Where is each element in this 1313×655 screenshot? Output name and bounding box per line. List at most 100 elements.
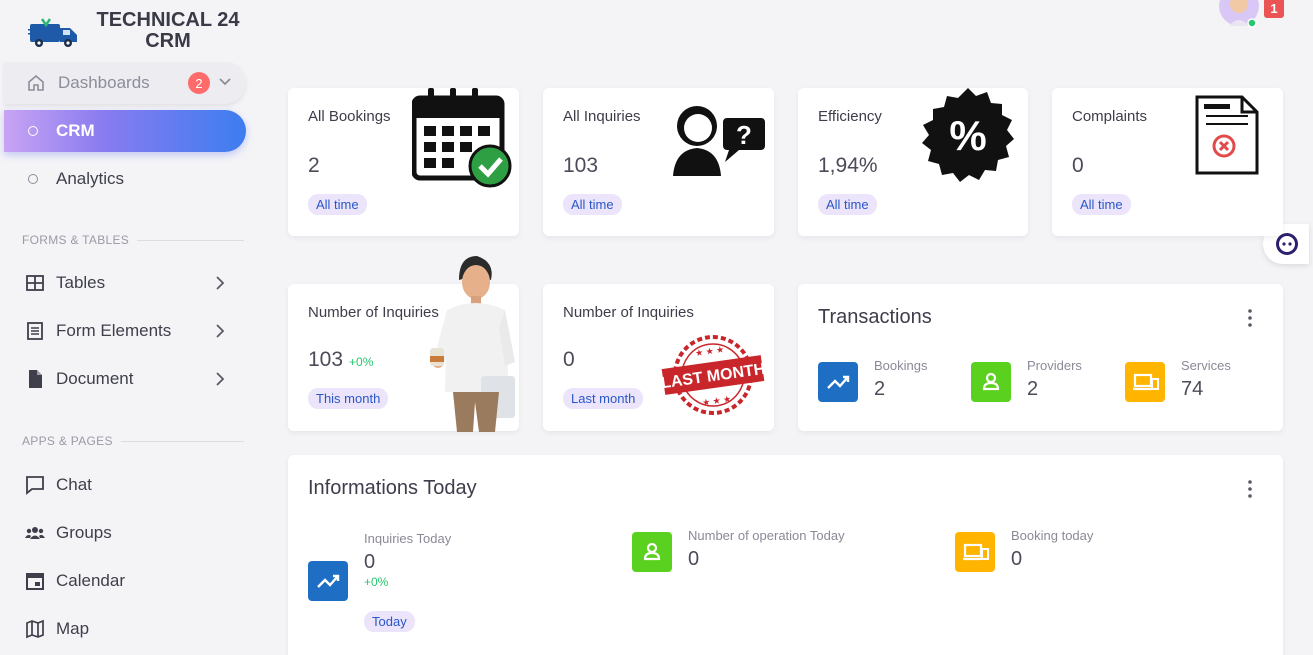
chevron-right-icon bbox=[216, 372, 225, 386]
sidebar-item-label: CRM bbox=[56, 121, 95, 140]
card-informations-today: Informations Today Inquiries Today 0 +0%… bbox=[288, 455, 1283, 655]
avatar-icon bbox=[1219, 0, 1259, 28]
person-question-icon: ? bbox=[673, 106, 765, 176]
stat-value: 2 bbox=[874, 378, 886, 400]
card-title: All Bookings bbox=[308, 108, 391, 125]
section-apps-pages: APPS & PAGES bbox=[22, 434, 244, 448]
stat-label: Number of operation Today bbox=[688, 528, 845, 543]
sidebar-item-label: Document bbox=[56, 369, 134, 388]
calendar-check-icon bbox=[412, 88, 512, 188]
sidebar-item-crm[interactable]: CRM bbox=[4, 110, 246, 152]
card-period-pill: All time bbox=[308, 194, 367, 215]
sidebar-item-label: Analytics bbox=[56, 169, 125, 188]
card-efficiency: Efficiency 1,94% All time % bbox=[798, 88, 1028, 236]
card-value: 103 bbox=[308, 348, 344, 371]
brand-line-2: CRM bbox=[145, 30, 191, 52]
circle-icon bbox=[28, 174, 38, 184]
stat-value: 2 bbox=[1027, 378, 1039, 400]
last-month-stamp: LAST MONTH ★ ★ ★ ★ ★ ★ bbox=[661, 335, 765, 415]
more-vertical-icon[interactable] bbox=[1247, 479, 1253, 499]
card-value: 0 bbox=[1072, 154, 1084, 177]
form-icon bbox=[27, 322, 43, 340]
card-value: 1,94% bbox=[818, 154, 878, 177]
map-icon bbox=[26, 619, 44, 639]
sidebar-item-calendar[interactable]: Calendar bbox=[4, 560, 246, 602]
card-inquiries-last-month: Number of Inquiries 0 Last month LAST MO… bbox=[543, 284, 774, 431]
sidebar-item-analytics[interactable]: Analytics bbox=[4, 158, 246, 200]
sidebar-item-label: Dashboards bbox=[58, 73, 150, 92]
sidebar-item-label: Groups bbox=[56, 523, 112, 542]
stat-value: 0 bbox=[688, 548, 700, 570]
truck-logo-icon bbox=[28, 18, 77, 47]
sidebar-item-map[interactable]: Map bbox=[4, 608, 246, 650]
card-value: 103 bbox=[563, 154, 599, 177]
stat-label: Providers bbox=[1027, 358, 1082, 373]
svg-text:?: ? bbox=[736, 120, 752, 150]
chat-icon bbox=[26, 476, 44, 495]
stat-value: 0 bbox=[1011, 548, 1023, 570]
stat-label: Inquiries Today bbox=[364, 531, 452, 546]
sidebar-item-label: Calendar bbox=[56, 571, 125, 590]
svg-text:★ ★ ★: ★ ★ ★ bbox=[694, 344, 724, 358]
card-title: Number of Inquiries bbox=[308, 304, 439, 321]
sidebar-item-label: Form Elements bbox=[56, 321, 172, 340]
sidebar-item-dashboards[interactable]: Dashboards 2 bbox=[4, 62, 246, 104]
trending-up-icon bbox=[308, 561, 348, 601]
stat-value: 74 bbox=[1181, 378, 1204, 400]
user-icon bbox=[632, 532, 672, 572]
brand-line-1: TECHNICAL 24 bbox=[96, 9, 240, 31]
devices-icon bbox=[1125, 362, 1165, 402]
transactions-title: Transactions bbox=[818, 306, 932, 328]
card-title: Efficiency bbox=[818, 108, 882, 125]
sidebar-item-label: Tables bbox=[56, 273, 106, 292]
card-complaints: Complaints 0 All time bbox=[1052, 88, 1283, 236]
sidebar-item-chat[interactable]: Chat bbox=[4, 464, 246, 506]
card-value-group: 103 +0% bbox=[308, 348, 373, 372]
card-transactions: Transactions Bookings 2 Providers 2 Serv… bbox=[798, 284, 1283, 431]
sidebar-item-groups[interactable]: Groups bbox=[4, 512, 246, 554]
informations-today-title: Informations Today bbox=[308, 477, 477, 499]
card-value: 2 bbox=[308, 154, 320, 177]
devices-icon bbox=[955, 532, 995, 572]
card-value: 0 bbox=[563, 348, 575, 371]
chevron-right-icon bbox=[216, 324, 225, 338]
sidebar-item-document[interactable]: Document bbox=[4, 358, 246, 400]
card-title: Number of Inquiries bbox=[563, 304, 694, 321]
sidebar: TECHNICAL 24 CRM Dashboards 2 CRM Analyt… bbox=[0, 0, 250, 655]
card-period-pill: This month bbox=[308, 388, 389, 409]
notification-badge[interactable]: 1 bbox=[1264, 0, 1284, 18]
card-all-bookings: All Bookings 2 All time bbox=[288, 88, 519, 236]
chevron-down-icon[interactable] bbox=[218, 74, 232, 88]
card-period-pill: Last month bbox=[563, 388, 644, 409]
document-cancel-icon bbox=[1195, 95, 1259, 175]
section-forms-tables: FORMS & TABLES bbox=[22, 233, 244, 247]
trending-up-icon bbox=[818, 362, 858, 402]
user-avatar[interactable] bbox=[1219, 0, 1259, 28]
home-icon bbox=[28, 74, 44, 91]
table-icon bbox=[26, 275, 44, 291]
more-vertical-icon[interactable] bbox=[1247, 308, 1253, 328]
groups-icon bbox=[25, 527, 45, 539]
stat-label: Booking today bbox=[1011, 528, 1094, 543]
sidebar-item-tables[interactable]: Tables bbox=[4, 262, 246, 304]
sidebar-item-label: Map bbox=[56, 619, 90, 638]
change-percent: +0% bbox=[364, 575, 389, 589]
stat-label: Services bbox=[1181, 358, 1231, 373]
brand-name: TECHNICAL 24 CRM bbox=[88, 10, 248, 52]
percent-badge-icon: % bbox=[922, 88, 1014, 182]
stat-label: Bookings bbox=[874, 358, 928, 373]
today-pill: Today bbox=[364, 611, 415, 632]
chevron-right-icon bbox=[216, 276, 225, 290]
brand[interactable]: TECHNICAL 24 CRM bbox=[28, 10, 248, 56]
dashboards-count-badge: 2 bbox=[188, 72, 210, 94]
change-percent: +0% bbox=[349, 355, 374, 369]
calendar-icon bbox=[26, 573, 44, 590]
card-title: Complaints bbox=[1072, 108, 1148, 125]
svg-text:%: % bbox=[949, 112, 986, 159]
document-icon bbox=[29, 370, 42, 388]
user-icon bbox=[971, 362, 1011, 402]
sidebar-item-form-elements[interactable]: Form Elements bbox=[4, 310, 246, 352]
man-illustration bbox=[430, 256, 515, 432]
stat-value: 0 bbox=[364, 551, 376, 573]
card-period-pill: All time bbox=[818, 194, 877, 215]
